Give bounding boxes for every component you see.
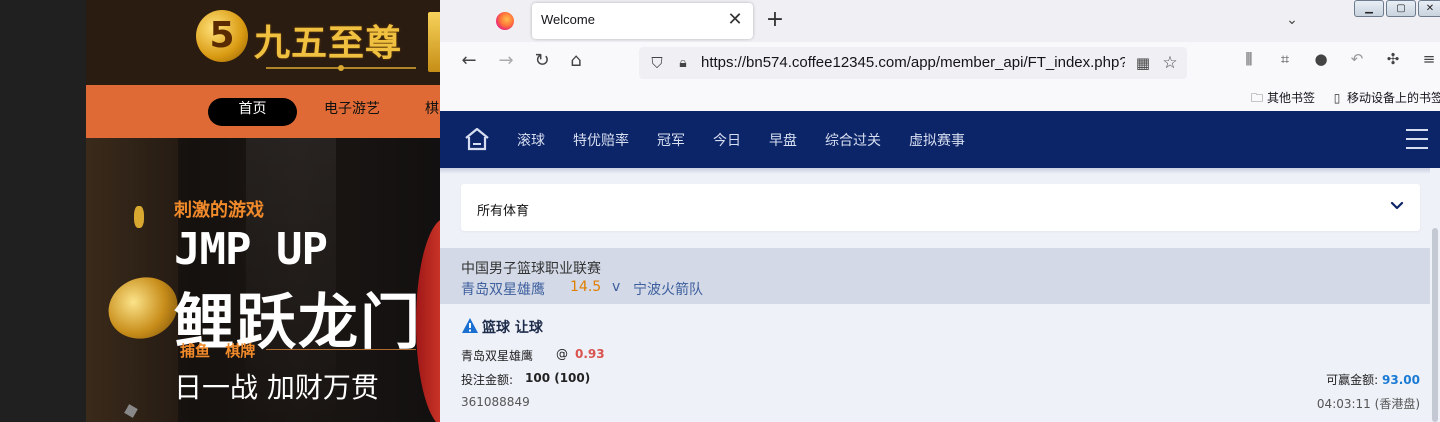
bookmark-star-icon[interactable]: ☆ xyxy=(1159,52,1181,74)
banner-categories: 捕鱼 棋牌 xyxy=(180,342,256,360)
logo-ornament-icon xyxy=(266,65,416,71)
navigation-toolbar: ← → ↻ ⌂ ⛉ 🔒︎ https://bn574.coffee12345.c… xyxy=(440,42,1440,84)
odds-value: 0.93 xyxy=(575,347,605,361)
new-tab-button[interactable]: + xyxy=(764,8,786,32)
undo-icon[interactable]: ↶ xyxy=(1344,50,1370,76)
list-tabs-chevron-icon[interactable]: ⌄ xyxy=(1282,10,1302,30)
bookmark-other-label: 其他书签 xyxy=(1267,91,1316,105)
reload-icon[interactable]: ↻ xyxy=(528,50,556,78)
banner-jump-up: JMP UP xyxy=(174,224,328,275)
lock-icon[interactable]: 🔒︎ xyxy=(673,53,693,73)
handicap-value: 14.5 xyxy=(570,279,602,295)
back-arrow-icon[interactable]: ← xyxy=(455,50,483,78)
warning-icon xyxy=(462,318,478,333)
desktop-background xyxy=(0,0,86,422)
logo-badge-icon xyxy=(428,12,440,72)
browser-window: Welcome ✕ + ⌄ ▁ ▢ ✕ ← → ↻ ⌂ ⛉ 🔒︎ https:/… xyxy=(440,0,1440,422)
nav-virtual[interactable]: 虚拟赛事 xyxy=(909,130,965,150)
win-label: 可赢金额: xyxy=(1326,373,1379,387)
stake-label: 投注金额: xyxy=(461,373,514,387)
folder-icon: 🗀︎ xyxy=(1250,91,1263,105)
url-bar[interactable]: ⛉ 🔒︎ https://bn574.coffee12345.com/app/m… xyxy=(639,47,1187,79)
nav-early[interactable]: 早盘 xyxy=(769,130,797,150)
page-scrollbar[interactable] xyxy=(1430,168,1440,422)
banner-slogan: 日一战 加财万贯 xyxy=(174,371,379,404)
site-banner[interactable]: 刺激的游戏 JMP UP 鲤跃龙门 捕鱼 棋牌 日一战 加财万贯 xyxy=(86,138,440,422)
banner-subtitle: 刺激的游戏 xyxy=(174,200,264,221)
tab-close-icon[interactable]: ✕ xyxy=(726,10,744,30)
hamburger-menu-icon[interactable]: ≡ xyxy=(1416,50,1440,76)
stake-value: 100 (100) xyxy=(525,371,591,385)
app-nav-bar: 滚球 特优赔率 冠军 今日 早盘 综合过关 虚拟赛事 xyxy=(440,111,1440,168)
coin-icon xyxy=(134,206,144,228)
site-logo[interactable]: 5 九五至尊 xyxy=(196,8,440,78)
tab-welcome[interactable]: Welcome ✕ xyxy=(532,3,753,39)
home-icon[interactable] xyxy=(464,127,490,151)
tab-title: Welcome xyxy=(541,12,595,27)
bookmark-other[interactable]: 🗀︎ 其他书签 xyxy=(1250,88,1315,108)
bet-time: 04:03:11 (香港盘) xyxy=(1316,397,1420,411)
site-nav-games[interactable]: 电子游艺 xyxy=(324,98,380,126)
library-icon[interactable]: ⫼ xyxy=(1236,50,1262,76)
sport-filter-value: 所有体育 xyxy=(477,204,530,219)
nav-champion[interactable]: 冠军 xyxy=(657,130,685,150)
versus-label: v xyxy=(612,279,621,295)
banner-divider xyxy=(266,349,416,350)
mobile-device-icon: ▯ xyxy=(1333,91,1341,105)
nav-parlay[interactable]: 综合过关 xyxy=(825,130,881,150)
odds-at: @ xyxy=(556,347,568,361)
scrollbar-thumb[interactable] xyxy=(1432,228,1438,422)
match-header: 中国男子篮球职业联赛 青岛双星雄鹰 14.5 v 宁波火箭队 xyxy=(440,248,1430,304)
firefox-logo-icon[interactable] xyxy=(496,12,514,30)
bookmark-mobile[interactable]: ▯ 移动设备上的书签 xyxy=(1330,88,1440,108)
qr-code-icon[interactable]: ▦ xyxy=(1133,53,1153,73)
nav-inplay[interactable]: 滚球 xyxy=(517,130,545,150)
window-maximize-button[interactable]: ▢ xyxy=(1386,0,1416,17)
away-team: 宁波火箭队 xyxy=(633,282,703,298)
logo-emblem-icon: 5 xyxy=(196,10,248,62)
bet-details: 篮球 让球 青岛双星雄鹰 @ 0.93 投注金额: 100 (100) 可赢金额… xyxy=(440,304,1430,422)
bookmarks-toolbar: 🗀︎ 其他书签 ▯ 移动设备上的书签 xyxy=(440,84,1440,111)
web-page: 滚球 特优赔率 冠军 今日 早盘 综合过关 虚拟赛事 所有体育 中国男子篮球职业… xyxy=(440,111,1440,422)
nav-today[interactable]: 今日 xyxy=(713,130,741,150)
site-nav: 首页 电子游艺 棋 xyxy=(86,85,440,138)
home-team: 青岛双星雄鹰 xyxy=(461,282,545,298)
site-header: 5 九五至尊 xyxy=(86,0,440,85)
window-close-button[interactable]: ✕ xyxy=(1418,0,1440,17)
lobster-image xyxy=(416,218,440,422)
sport-filter-select[interactable]: 所有体育 xyxy=(461,184,1420,231)
tracking-shield-icon[interactable]: ⛉ xyxy=(647,53,667,73)
extensions-puzzle-icon[interactable]: ✣ xyxy=(1380,50,1406,76)
background-website: 5 九五至尊 首页 电子游艺 棋 刺激的游戏 JMP UP 鲤跃龙门 捕鱼 棋牌… xyxy=(86,0,440,422)
nav-shadow xyxy=(440,168,1440,174)
chevron-down-icon xyxy=(1390,201,1404,210)
forward-arrow-icon[interactable]: → xyxy=(492,50,520,78)
screenshot-crop-icon[interactable]: ⌗ xyxy=(1272,50,1298,76)
ticket-id: 361088849 xyxy=(461,395,530,409)
selection-team: 青岛双星雄鹰 xyxy=(461,349,534,363)
logo-text: 九五至尊 xyxy=(254,22,403,64)
site-nav-home[interactable]: 首页 xyxy=(208,98,297,126)
home-icon[interactable]: ⌂ xyxy=(562,50,590,78)
bookmark-mobile-label: 移动设备上的书签 xyxy=(1347,91,1440,105)
url-text[interactable]: https://bn574.coffee12345.com/app/member… xyxy=(701,54,1125,71)
nav-special-odds[interactable]: 特优赔率 xyxy=(573,130,629,150)
potential-win: 可赢金额: 93.00 xyxy=(1326,371,1420,388)
win-value: 93.00 xyxy=(1382,373,1420,387)
window-minimize-button[interactable]: ▁ xyxy=(1354,0,1384,17)
site-nav-chess[interactable]: 棋 xyxy=(425,98,439,126)
app-menu-icon[interactable] xyxy=(1406,129,1428,149)
league-name: 中国男子篮球职业联赛 xyxy=(461,261,601,277)
chat-bubble-icon[interactable]: ● xyxy=(1308,50,1334,76)
tab-bar: Welcome ✕ + ⌄ ▁ ▢ ✕ xyxy=(440,0,1440,42)
bet-type: 篮球 让球 xyxy=(482,320,543,336)
